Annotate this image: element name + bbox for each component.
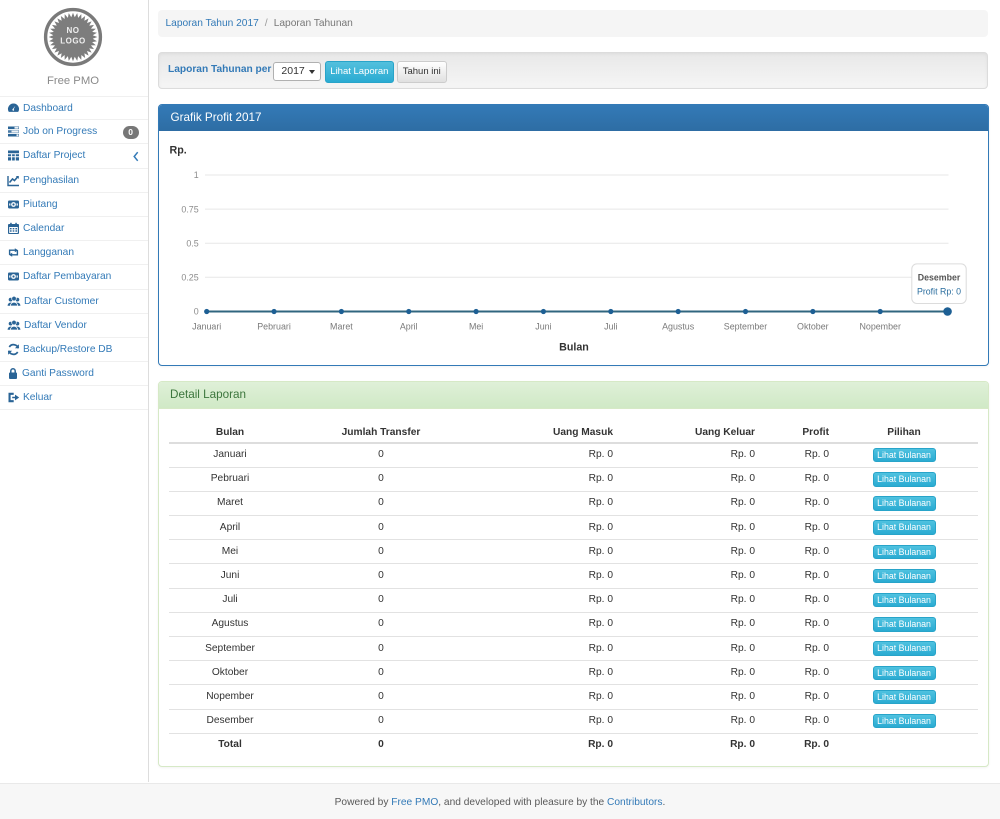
svg-text:0.5: 0.5	[186, 238, 198, 248]
svg-text:0.25: 0.25	[181, 273, 198, 283]
svg-text:Desember: Desember	[918, 273, 961, 283]
svg-text:April: April	[400, 322, 418, 332]
svg-text:NO: NO	[67, 26, 80, 35]
svg-text:Bulan: Bulan	[559, 342, 589, 354]
svg-text:Profit Rp: 0: Profit Rp: 0	[917, 286, 961, 296]
svg-text:Mei: Mei	[469, 322, 483, 332]
svg-text:Januari: Januari	[192, 322, 221, 332]
svg-text:Juni: Juni	[535, 322, 551, 332]
svg-text:LOGO: LOGO	[60, 37, 86, 46]
svg-text:Pebruari: Pebruari	[257, 322, 291, 332]
svg-text:1: 1	[194, 170, 199, 180]
svg-text:Rp.: Rp.	[170, 145, 187, 157]
svg-text:0: 0	[194, 307, 199, 317]
svg-text:0.75: 0.75	[181, 204, 198, 214]
svg-text:Oktober: Oktober	[797, 322, 829, 332]
svg-text:September: September	[724, 322, 767, 332]
svg-text:Maret: Maret	[330, 322, 353, 332]
svg-text:Nopember: Nopember	[859, 322, 900, 332]
svg-text:Agustus: Agustus	[662, 322, 695, 332]
svg-text:Juli: Juli	[604, 322, 617, 332]
